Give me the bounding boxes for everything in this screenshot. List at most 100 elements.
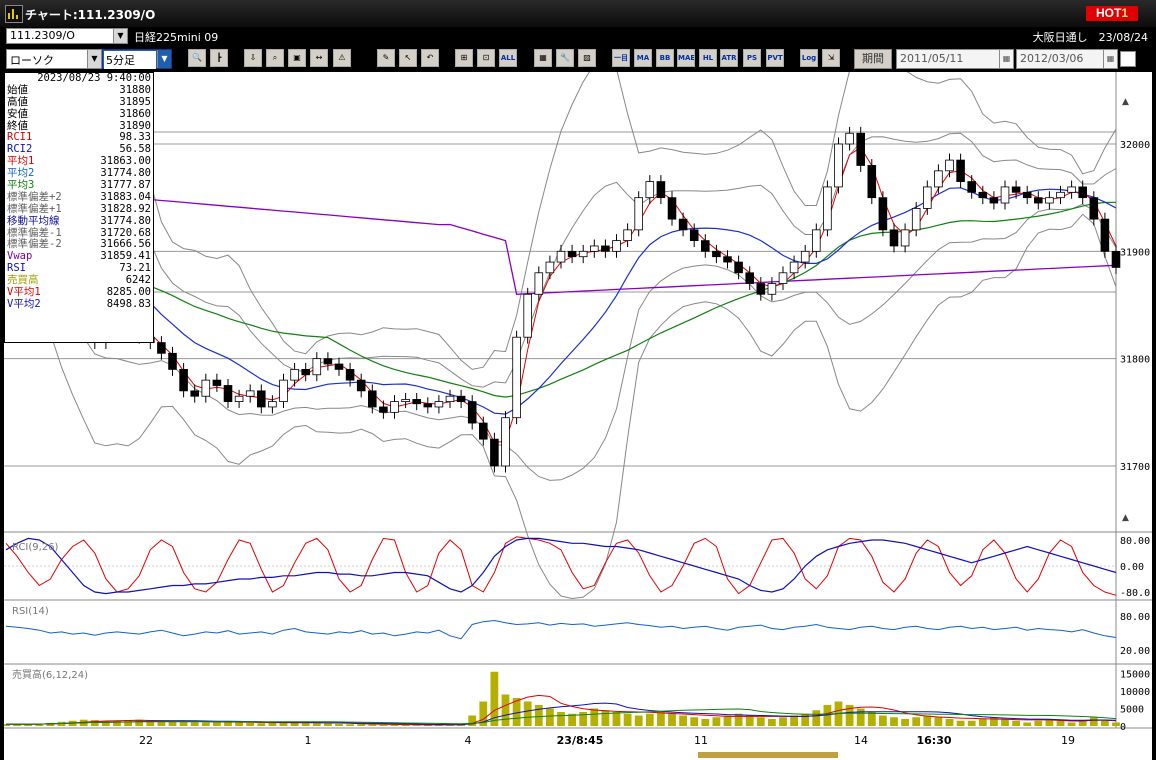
volume-bar bbox=[557, 712, 565, 726]
compare-icon[interactable]: ▣ bbox=[288, 49, 306, 67]
volume-bar bbox=[246, 722, 255, 726]
calendar-icon[interactable]: ▦ bbox=[999, 50, 1013, 68]
zoom-icon[interactable]: 🔍 bbox=[188, 49, 206, 67]
tools-icon[interactable]: 🔧 bbox=[556, 49, 574, 67]
candle bbox=[356, 379, 366, 392]
ma-icon[interactable]: MA bbox=[634, 49, 652, 67]
split-icon[interactable]: ┣ bbox=[210, 49, 228, 67]
search-chart-icon[interactable]: ⌕ bbox=[266, 49, 284, 67]
candle bbox=[689, 229, 699, 242]
candle bbox=[678, 218, 688, 231]
volume-bar bbox=[357, 724, 366, 726]
volume-bar bbox=[679, 715, 687, 726]
volume-bar bbox=[879, 715, 887, 726]
candle bbox=[601, 245, 610, 252]
calendar-icon[interactable]: ▦ bbox=[1103, 50, 1117, 68]
arrows-icon[interactable]: ↔ bbox=[310, 49, 328, 67]
info-row: 移動平均線 31774.80 bbox=[5, 215, 153, 228]
volume-bar bbox=[1023, 722, 1032, 726]
chevron-down-icon[interactable]: ▼ bbox=[157, 50, 171, 68]
volume-bar bbox=[923, 715, 932, 726]
price-tick-label: 31700 bbox=[1120, 462, 1150, 473]
period-button[interactable]: 期間 bbox=[854, 49, 892, 69]
interval-select[interactable]: 5分足 ▼ bbox=[102, 49, 172, 69]
mae-icon[interactable]: MAE bbox=[677, 49, 695, 67]
candle bbox=[1100, 218, 1110, 252]
chart-type-select[interactable]: ローソク ▼ bbox=[6, 49, 102, 69]
candle bbox=[989, 197, 999, 204]
candle bbox=[756, 283, 766, 295]
date-to-field[interactable]: 2012/03/06 ▦ bbox=[1016, 49, 1118, 69]
volume-tick-label: 10000 bbox=[1120, 687, 1150, 698]
candle bbox=[767, 283, 777, 295]
indicator-icon[interactable]: 一目 bbox=[612, 49, 630, 67]
chevron-down-icon[interactable]: ▼ bbox=[87, 50, 101, 68]
candle bbox=[900, 229, 910, 247]
volume-bar bbox=[690, 717, 699, 726]
chevron-down-icon[interactable]: ▼ bbox=[113, 29, 127, 43]
candle bbox=[434, 401, 444, 408]
warning-icon[interactable]: ⚠ bbox=[333, 49, 351, 67]
candle bbox=[789, 261, 799, 274]
volume-bar bbox=[190, 722, 199, 726]
info-value: 31828.92 bbox=[100, 202, 151, 215]
candle bbox=[701, 240, 710, 252]
pvt-icon[interactable]: PVT bbox=[766, 49, 784, 67]
grid-icon[interactable]: ▦ bbox=[534, 49, 552, 67]
info-label: 標準偏差+1 bbox=[7, 202, 62, 215]
palette-icon[interactable]: ▨ bbox=[578, 49, 596, 67]
candle bbox=[656, 181, 666, 199]
candle bbox=[390, 401, 399, 413]
volume-bar bbox=[956, 720, 965, 726]
info-row: V平均2 8498.83 bbox=[5, 298, 153, 311]
candle bbox=[201, 379, 211, 397]
candle bbox=[1000, 186, 1010, 204]
chart-canvas[interactable]: 32000 31900 31800 31700 ▲ ▲ RCI(9,26) 80.00 0.00… bbox=[4, 72, 1152, 760]
cursor-icon[interactable]: ↖ bbox=[399, 49, 417, 67]
candle bbox=[634, 197, 643, 231]
candle bbox=[1022, 191, 1032, 199]
hot-badge[interactable]: HOT1 bbox=[1086, 6, 1138, 21]
volume-bar bbox=[1001, 719, 1009, 726]
candle bbox=[368, 390, 377, 408]
bb-icon[interactable]: BB bbox=[656, 49, 674, 67]
psar-icon[interactable]: PS bbox=[743, 49, 761, 67]
volume-bar bbox=[912, 717, 921, 726]
volume-bar bbox=[657, 712, 665, 726]
info-row: 標準偏差+1 31828.92 bbox=[5, 202, 153, 216]
candle bbox=[1011, 186, 1021, 193]
rci-tick-label: 0.00 bbox=[1120, 562, 1144, 573]
candle bbox=[1111, 250, 1121, 268]
candle bbox=[856, 132, 865, 166]
candle bbox=[956, 159, 965, 182]
atr-icon[interactable]: ATR bbox=[720, 49, 738, 67]
candle bbox=[712, 250, 721, 258]
volume-bar bbox=[368, 724, 377, 726]
volume-bar bbox=[1034, 720, 1043, 726]
volume-bar bbox=[1101, 720, 1109, 726]
date-from-field[interactable]: 2011/05/11 ▦ bbox=[896, 49, 1014, 69]
all-icon[interactable]: ALL bbox=[499, 49, 517, 67]
candle bbox=[800, 250, 810, 263]
hl-icon[interactable]: HL bbox=[699, 49, 717, 67]
candle bbox=[501, 417, 510, 467]
chart-area[interactable]: 32000 31900 31800 31700 ▲ ▲ RCI(9,26) 80.00 0.00… bbox=[4, 72, 1152, 760]
candle bbox=[1089, 197, 1099, 220]
volume-bar bbox=[268, 722, 277, 726]
period-checkbox[interactable] bbox=[1120, 51, 1136, 67]
candle bbox=[945, 159, 954, 172]
candle-a-icon[interactable]: ⊞ bbox=[455, 49, 473, 67]
candle bbox=[545, 261, 555, 274]
undo-icon[interactable]: ↶ bbox=[421, 49, 439, 67]
pencil-icon[interactable]: ✎ bbox=[377, 49, 395, 67]
export-icon[interactable]: ⇲ bbox=[822, 49, 840, 67]
candle-b-icon[interactable]: ⊡ bbox=[477, 49, 495, 67]
candle bbox=[157, 342, 166, 354]
symbol-select[interactable]: 111.2309/O ▼ bbox=[6, 28, 128, 44]
chart-app-icon bbox=[5, 5, 23, 23]
log-icon[interactable]: Log bbox=[800, 49, 818, 67]
price-tick-label: 32000 bbox=[1120, 140, 1150, 151]
volume-bar bbox=[124, 720, 132, 726]
volume-bar bbox=[890, 717, 898, 726]
download-icon[interactable]: ⇩ bbox=[244, 49, 262, 67]
